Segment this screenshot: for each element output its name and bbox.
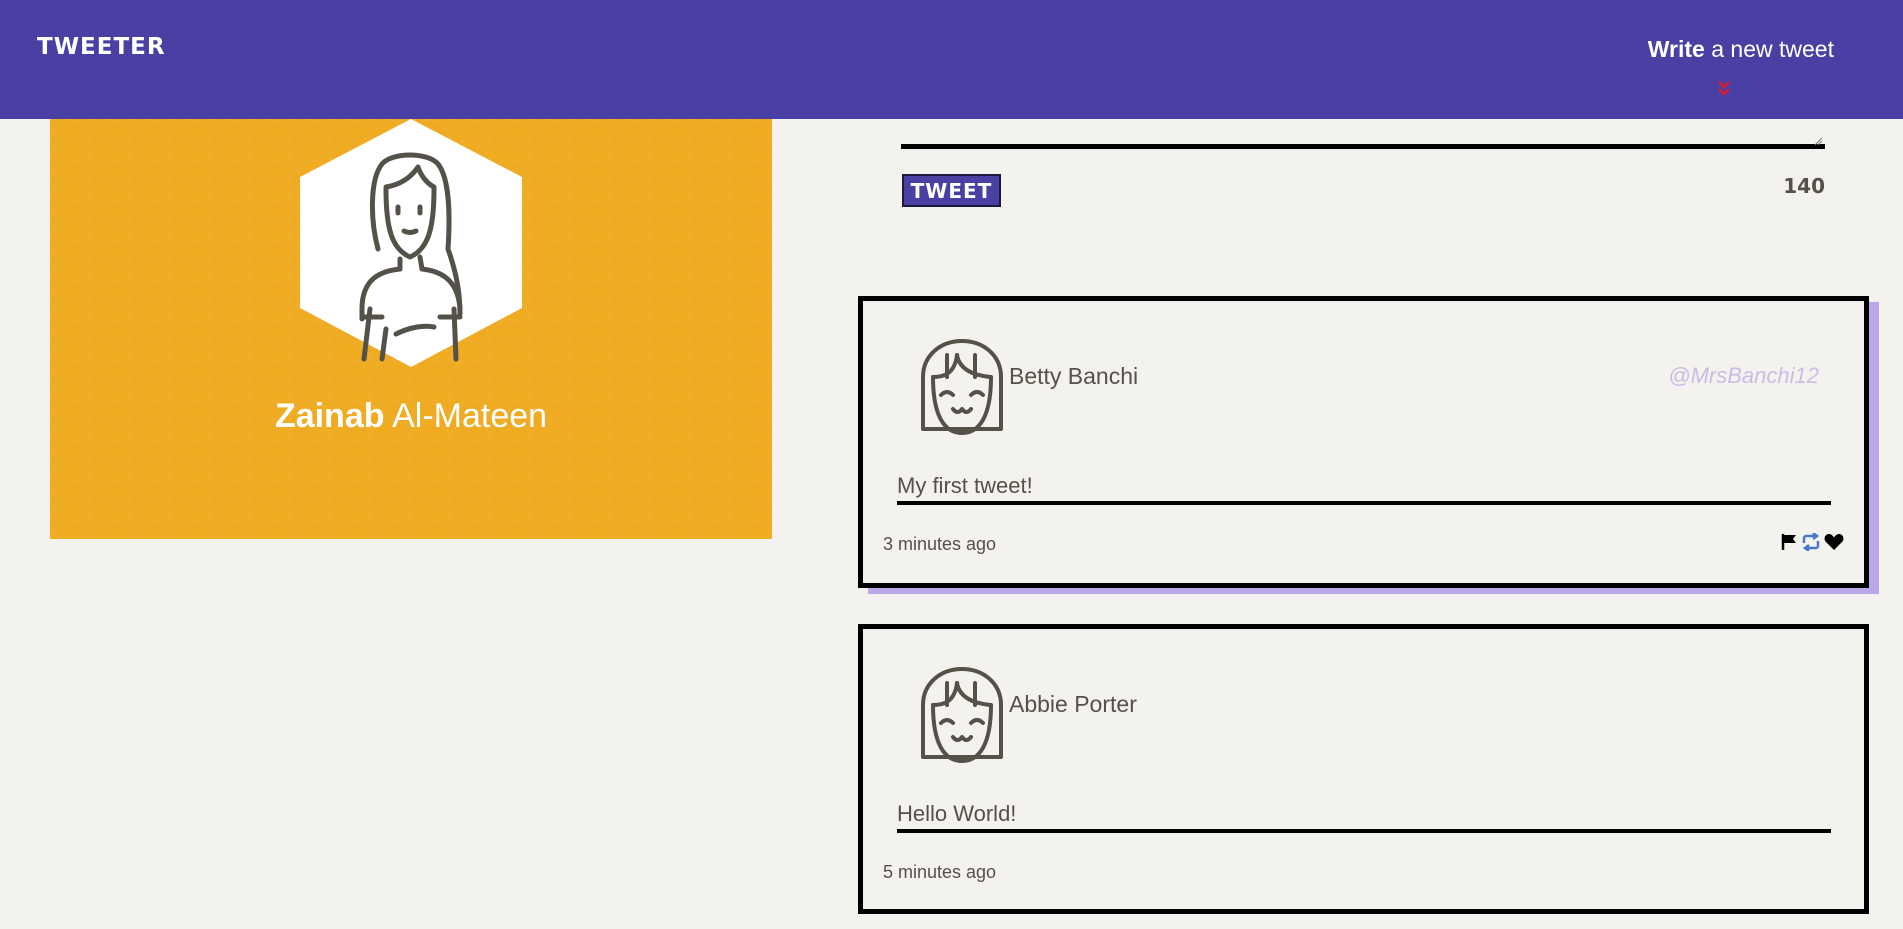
profile-avatar: [300, 119, 522, 367]
tweet-content: Hello World!: [897, 801, 1831, 833]
tweet-content: My first tweet!: [897, 473, 1831, 505]
compose-rest-label: a new tweet: [1704, 36, 1834, 62]
chevron-down-icon[interactable]: [1717, 80, 1731, 98]
write-tweet-toggle[interactable]: Write a new tweet: [1648, 36, 1834, 63]
resize-handle-icon[interactable]: [1813, 136, 1823, 146]
tweet-textarea[interactable]: [901, 144, 1825, 149]
profile-last-name: Al-Mateen: [384, 397, 548, 435]
flag-icon[interactable]: [1780, 533, 1798, 556]
profile-card: Zainab Al-Mateen: [50, 119, 772, 539]
top-nav: TWEETER Write a new tweet: [0, 0, 1903, 119]
tweet-author[interactable]: Betty Banchi: [1009, 363, 1138, 390]
profile-first-name: Zainab: [274, 397, 385, 435]
tweet-timestamp: 3 minutes ago: [883, 534, 997, 554]
profile-name: Zainab Al-Mateen: [50, 397, 772, 436]
tweet-timestamp: 5 minutes ago: [883, 862, 997, 882]
brand-logo[interactable]: TWEETER: [37, 34, 166, 60]
retweet-icon[interactable]: [1800, 532, 1822, 556]
tweet-handle[interactable]: @MrsBanchi12: [1668, 363, 1819, 389]
heart-icon[interactable]: [1824, 533, 1844, 556]
char-counter: 140: [1783, 174, 1825, 198]
user-avatar-icon: [917, 337, 1007, 439]
tweet-submit-button[interactable]: TWEET: [902, 174, 1001, 207]
tweet-card: Abbie Porter Hello World! 5 minutes ago: [858, 624, 1869, 914]
user-avatar-icon: [917, 665, 1007, 767]
tweet-author[interactable]: Abbie Porter: [1009, 691, 1137, 718]
tweet-card: Betty Banchi @MrsBanchi12 My first tweet…: [858, 296, 1869, 588]
tweet-actions: [1780, 532, 1844, 556]
compose-bold-label: Write: [1647, 36, 1705, 62]
